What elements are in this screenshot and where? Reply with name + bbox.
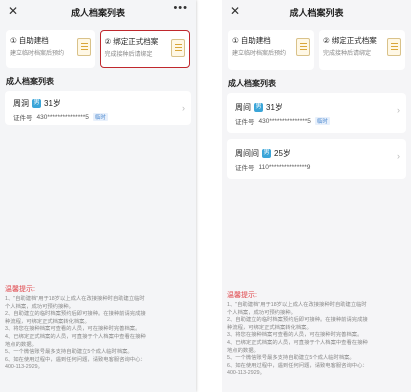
tips-line: 3、将您在接种档案可查看的人员，可在接种时完善档案。 (227, 332, 363, 339)
gender-badge: 男 (262, 149, 271, 158)
navbar: ✕ 成人档案列表 ••• (0, 0, 196, 24)
document-icon (296, 38, 310, 56)
self-create-card[interactable]: ① 自助建档 建立临时档案后预约 (228, 30, 314, 70)
tips-line: 1、"自助建档"用于18岁以上成人在改接接种时自助建立临时 (227, 302, 367, 308)
bind-official-card[interactable]: ② 绑定正式档案 完成接种后请绑定 (99, 30, 190, 68)
document-icon (171, 39, 185, 57)
record-age: 31岁 (44, 99, 61, 108)
tips-line: 2、自助建立的临时档案预约后即可接种。在接种前请完成接 (5, 311, 146, 318)
record-name: 周间间 (235, 149, 259, 158)
chevron-right-icon: › (182, 103, 185, 113)
record-item[interactable]: 周洞 男 31岁 证件号 430***************5 临时 › (5, 91, 191, 125)
record-age: 25岁 (274, 149, 291, 158)
self-create-card[interactable]: ① 自助建档 建立临时档案后预约 (6, 30, 95, 68)
tips-panel: 温馨提示: 1、"自助建档"用于18岁以上成人在改接接种时自助建立临时 个人档案… (227, 290, 406, 378)
action-cards: ① 自助建档 建立临时档案后预约 ② 绑定正式档案 完成接种后请绑定 (0, 24, 196, 72)
tips-line: 5、一个微信账号最多支持自助建立5个成人临时档案。 (5, 349, 133, 356)
record-item[interactable]: 周间间 男 25岁 证件号 110***************9 › (227, 139, 406, 179)
tips-line: 6、如在使用过程中，遇到任何问题，请致电客服咨询中心： (227, 362, 368, 369)
record-item[interactable]: 周间 男 31岁 证件号 430***************5 临时 › (227, 93, 406, 133)
chevron-right-icon: › (397, 105, 400, 115)
id-label: 证件号 (13, 115, 33, 122)
id-value: 430***************5 (258, 117, 311, 125)
tips-line: 1、"自助建档"用于18岁以上成人在改接接种时自助建立临时 (5, 296, 145, 302)
right-phone-screen: ✕ 成人档案列表 ① 自助建档 建立临时档案后预约 ② 绑定正式档案 完成接种后… (222, 0, 411, 392)
tips-panel: 温馨提示: 1、"自助建档"用于18岁以上成人在改接接种时自助建立临时 个人档案… (5, 284, 191, 372)
more-icon[interactable]: ••• (173, 2, 188, 14)
bind-official-card[interactable]: ② 绑定正式档案 完成接种后请绑定 (319, 30, 405, 70)
tips-line: 400-113-2929。 (227, 370, 265, 377)
close-icon[interactable]: ✕ (230, 4, 240, 18)
id-label: 证件号 (235, 119, 255, 126)
tips-line: 6、如在使用过程中，遇到任何问题，请致电客服咨询中心： (5, 356, 146, 363)
document-icon (76, 38, 91, 56)
tips-line: 4、已绑定正式档案的人员，可直接于个人档案中查看在接种 (227, 339, 368, 346)
tips-title: 温馨提示: (227, 292, 257, 299)
tips-title: 温馨提示: (5, 286, 35, 293)
record-age: 31岁 (266, 103, 283, 112)
record-name: 周间 (235, 103, 251, 112)
page-title: 成人档案列表 (70, 7, 125, 18)
section-title: 成人档案列表 (6, 77, 54, 86)
close-icon[interactable]: ✕ (8, 4, 18, 18)
tips-line: 5、一个微信账号最多支持自助建立5个成人临时档案。 (227, 355, 355, 362)
tips-line: 400-113-2929。 (5, 364, 43, 371)
id-value: 110***************9 (258, 163, 311, 171)
section-title: 成人档案列表 (228, 79, 276, 88)
page-title: 成人档案列表 (289, 7, 344, 18)
action-cards: ① 自助建档 建立临时档案后预约 ② 绑定正式档案 完成接种后请绑定 (222, 24, 411, 74)
id-value: 430***************5 (36, 113, 89, 121)
chevron-right-icon: › (397, 151, 400, 161)
navbar: ✕ 成人档案列表 (222, 0, 411, 24)
left-phone-screen: ✕ 成人档案列表 ••• ① 自助建档 建立临时档案后预约 ② 绑定正式档案 完… (0, 0, 196, 392)
tips-line: 4、已绑定正式档案的人员，可直接于个人档案中查看在接种 (5, 333, 146, 340)
record-name: 周洞 (13, 99, 29, 108)
temporary-tag: 临时 (92, 113, 108, 121)
temporary-tag: 临时 (314, 117, 330, 125)
gender-badge: 男 (32, 99, 41, 108)
tips-line: 2、自助建立的临时档案预约后即可接种。在接种前请完成接 (227, 317, 368, 324)
gender-badge: 男 (254, 103, 263, 112)
tips-line: 3、将您在接种档案可查看的人员，可在接种时完善档案。 (5, 326, 141, 333)
id-label: 证件号 (235, 165, 255, 172)
document-icon (387, 38, 401, 56)
